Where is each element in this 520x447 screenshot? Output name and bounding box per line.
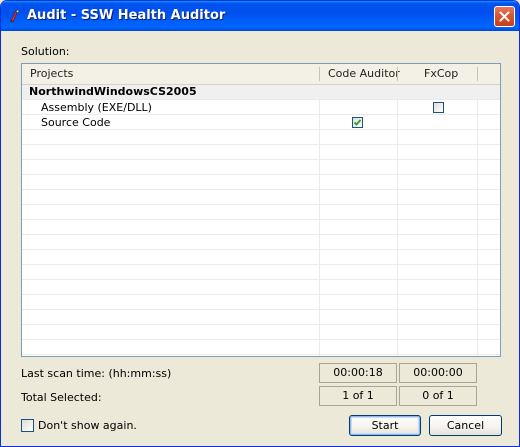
last-scan-label: Last scan time: (hh:mm:ss) [21, 367, 172, 380]
grid-row-line [22, 324, 500, 325]
source-code-code-auditor-checkbox[interactable] [352, 117, 363, 128]
row-source-code-label: Source Code [41, 116, 111, 129]
audit-app-icon [7, 8, 23, 24]
grid-row-line [22, 174, 500, 175]
solution-label: Solution: [21, 45, 70, 58]
grid-row-line [22, 294, 500, 295]
row-assembly-label: Assembly (EXE/DLL) [41, 101, 152, 114]
grid-row-line [22, 219, 500, 220]
dont-show-again-checkbox[interactable] [21, 419, 34, 432]
grid-row-line [22, 234, 500, 235]
close-button[interactable] [494, 6, 515, 27]
project-group-row[interactable]: NorthwindWindowsCS2005 [22, 85, 500, 99]
grid-row-line [22, 309, 500, 310]
projects-grid[interactable]: Projects Code Auditor FxCop NorthwindWin… [21, 63, 501, 357]
grid-row-line [22, 354, 500, 355]
project-group-name: NorthwindWindowsCS2005 [29, 85, 197, 98]
close-icon [499, 11, 510, 22]
column-header-fxcop[interactable]: FxCop [424, 64, 458, 84]
assembly-fxcop-checkbox[interactable] [433, 102, 444, 113]
grid-row-line [22, 249, 500, 250]
grid-row-line [22, 339, 500, 340]
grid-row-line [22, 144, 500, 145]
total-selected-fxcop-value: 0 of 1 [399, 386, 477, 406]
grid-row-line [22, 189, 500, 190]
checkmark-icon [353, 119, 362, 126]
grid-header: Projects Code Auditor FxCop [22, 64, 500, 85]
grid-row-line [22, 159, 500, 160]
grid-row-line [22, 204, 500, 205]
grid-row-line [22, 279, 500, 280]
audit-dialog: Audit - SSW Health Auditor Solution: Pro… [0, 0, 520, 447]
column-header-projects[interactable]: Projects [30, 64, 73, 84]
cancel-button[interactable]: Cancel [429, 415, 502, 436]
total-selected-code-auditor-value: 1 of 1 [319, 386, 397, 406]
start-button[interactable]: Start [349, 415, 421, 436]
grid-row-line [22, 264, 500, 265]
last-scan-code-auditor-value: 00:00:18 [319, 363, 397, 383]
title-bar[interactable]: Audit - SSW Health Auditor [1, 1, 519, 31]
total-selected-label: Total Selected: [21, 391, 102, 404]
last-scan-fxcop-value: 00:00:00 [399, 363, 477, 383]
dont-show-again-label[interactable]: Don't show again. [38, 419, 137, 432]
window-title: Audit - SSW Health Auditor [27, 8, 226, 23]
column-header-code-auditor[interactable]: Code Auditor [328, 64, 400, 84]
